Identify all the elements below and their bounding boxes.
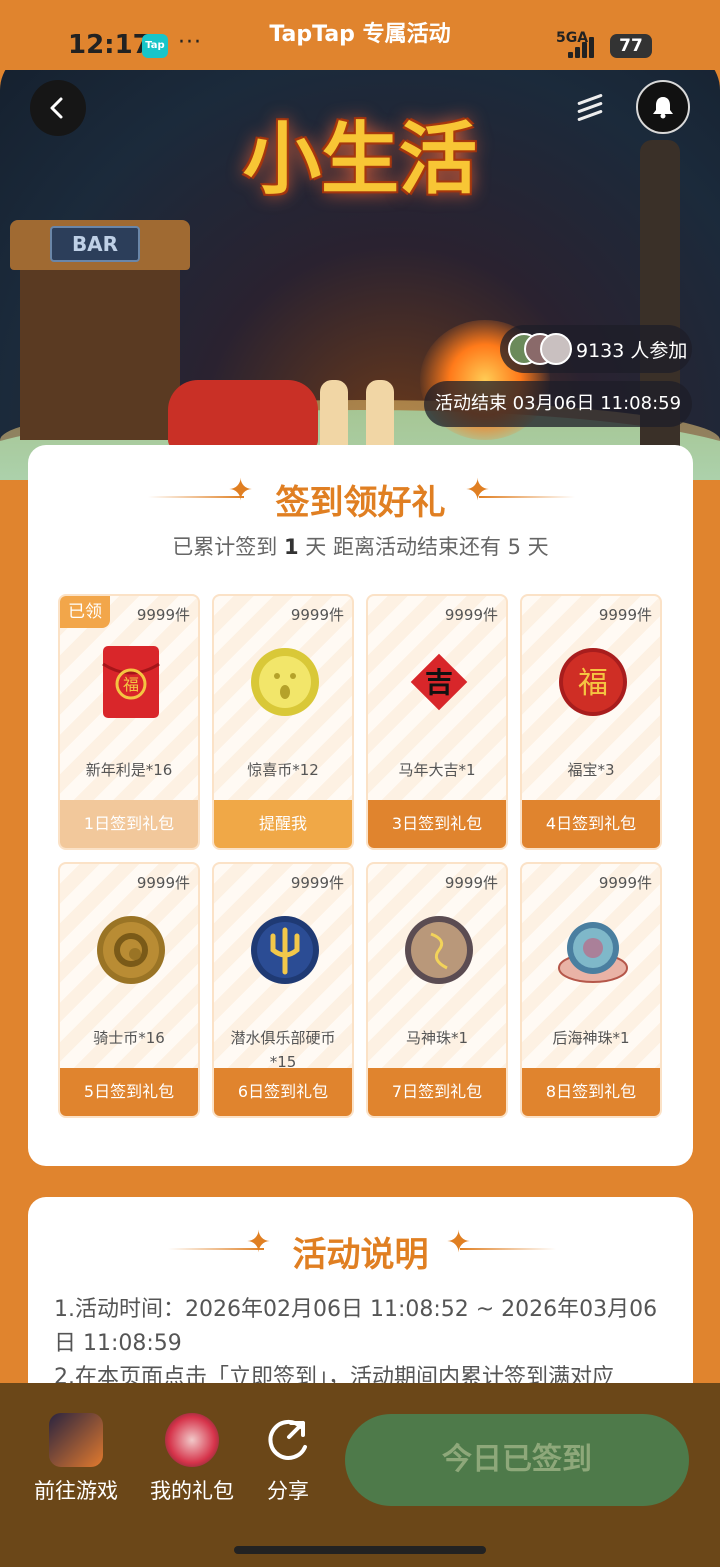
firework-icon xyxy=(577,93,611,122)
back-button[interactable] xyxy=(30,80,86,136)
reward-name: 骑士币*16 xyxy=(93,1029,165,1047)
knight-coin-icon xyxy=(97,916,165,984)
chevron-left-icon xyxy=(50,97,63,119)
reward-tile-day7[interactable]: 9999件 马神珠*1 7日签到礼包 xyxy=(366,862,508,1118)
claim-button[interactable]: 5日签到礼包 xyxy=(60,1068,198,1116)
diving-club-coin-icon xyxy=(251,916,319,984)
checked-in-today-button[interactable]: 今日已签到 xyxy=(345,1414,689,1506)
fortune-treasure-icon: 福 xyxy=(559,648,627,716)
remind-me-button[interactable]: 提醒我 xyxy=(214,800,352,848)
claim-button[interactable]: 7日签到礼包 xyxy=(368,1068,506,1116)
red-envelope-icon: 福 xyxy=(102,646,160,718)
share-label: 分享 xyxy=(267,1479,309,1503)
reward-name: 福宝*3 xyxy=(567,761,615,779)
surprise-coin-icon xyxy=(251,648,319,716)
reward-stock: 9999件 xyxy=(136,606,190,624)
go-to-game-label: 前往游戏 xyxy=(34,1479,118,1503)
reward-tile-day8[interactable]: 9999件 后海神珠*1 8日签到礼包 xyxy=(520,862,662,1118)
summary-days: 1 xyxy=(283,535,299,559)
signin-title-row: ✦ 签到领好礼 ✦ xyxy=(28,473,693,524)
sea-god-pearl-icon xyxy=(558,922,628,983)
rules-title: 活动说明 xyxy=(292,1235,429,1275)
hero-banner: BAR 小生活 9133 人参加 活动结束 03月06日 11:08:59 xyxy=(0,50,720,480)
svg-text:福: 福 xyxy=(578,666,608,701)
reward-stock: 9999件 xyxy=(598,606,652,624)
sparkle-icon: ✦ xyxy=(228,473,254,508)
reward-name: 潜水俱乐部硬币*15 xyxy=(230,1029,336,1071)
reward-tile-day2[interactable]: 9999件 惊喜币*12 提醒我 xyxy=(212,594,354,850)
event-logo: 小生活 xyxy=(242,115,477,205)
sparkle-icon: ✦ xyxy=(465,473,491,508)
claim-button[interactable]: 6日签到礼包 xyxy=(214,1068,352,1116)
reward-stock: 9999件 xyxy=(444,606,498,624)
event-end-time: 活动结束 03月06日 11:08:59 xyxy=(424,381,692,427)
game-icon xyxy=(49,1413,103,1467)
reward-stock: 9999件 xyxy=(136,874,190,892)
reward-tile-day5[interactable]: 9999件 骑士币*16 5日签到礼包 xyxy=(58,862,200,1118)
home-indicator xyxy=(234,1546,486,1554)
participant-avatars xyxy=(508,333,572,365)
claim-button[interactable]: 4日签到礼包 xyxy=(522,800,660,848)
reward-tile-day4[interactable]: 9999件 福 福宝*3 4日签到礼包 xyxy=(520,594,662,850)
reward-name: 马神珠*1 xyxy=(405,1029,469,1047)
sparkle-icon: ✦ xyxy=(446,1225,472,1260)
reward-name: 后海神珠*1 xyxy=(552,1029,630,1047)
reward-tile-day3[interactable]: 9999件 吉 马年大吉*1 3日签到礼包 xyxy=(366,594,508,850)
share-icon xyxy=(268,1419,307,1460)
summary-suffix: 天 距离活动结束还有 5 天 xyxy=(305,535,549,559)
sparkle-icon: ✦ xyxy=(246,1225,272,1260)
rules-title-row: ✦ 活动说明 ✦ xyxy=(28,1225,693,1276)
my-gifts-label: 我的礼包 xyxy=(150,1479,234,1503)
motorbike-illustration xyxy=(168,380,318,450)
reward-tile-day6[interactable]: 9999件 潜水俱乐部硬币*15 6日签到礼包 xyxy=(212,862,354,1118)
bottom-action-bar: 前往游戏 我的礼包 分享 今日已签到 xyxy=(0,1383,720,1567)
horse-god-pearl-icon xyxy=(405,916,473,984)
signal-icon xyxy=(568,34,602,58)
reward-name: 惊喜币*12 xyxy=(247,761,319,779)
signin-summary: 已累计签到 1 天 距离活动结束还有 5 天 xyxy=(28,531,693,561)
claimed-badge: 已领 xyxy=(60,596,110,628)
horse-year-charm-icon: 吉 xyxy=(410,653,468,711)
reward-name: 马年大吉*1 xyxy=(398,761,476,779)
summary-prefix: 已累计签到 xyxy=(172,535,278,559)
claim-button[interactable]: 8日签到礼包 xyxy=(522,1068,660,1116)
svg-text:吉: 吉 xyxy=(425,666,453,699)
gift-avatar-icon xyxy=(165,1413,219,1467)
reward-stock: 9999件 xyxy=(290,874,344,892)
bar-sign: BAR xyxy=(50,226,140,262)
claim-button[interactable]: 1日签到礼包 xyxy=(60,800,198,848)
svg-text:福: 福 xyxy=(123,675,139,694)
reward-stock: 9999件 xyxy=(290,606,344,624)
rules-text: 1.活动时间：2026年02月06日 11:08:52 ~ 2026年03月06… xyxy=(54,1293,663,1395)
share-button[interactable]: 分享 xyxy=(258,1413,318,1505)
claim-button[interactable]: 3日签到礼包 xyxy=(368,800,506,848)
participants-pill: 9133 人参加 xyxy=(500,325,692,373)
rule-item: 1.活动时间：2026年02月06日 11:08:52 ~ 2026年03月06… xyxy=(54,1297,658,1356)
reward-tile-day1[interactable]: 已领 9999件 福 新年利是*16 1日签到礼包 xyxy=(58,594,200,850)
bell-icon xyxy=(653,97,673,119)
reward-stock: 9999件 xyxy=(444,874,498,892)
participants-count: 9133 人参加 xyxy=(576,340,688,362)
battery-icon: 77 xyxy=(610,34,652,58)
my-gifts-button[interactable]: 我的礼包 xyxy=(142,1413,242,1505)
reward-name: 新年利是*16 xyxy=(85,761,173,779)
go-to-game-button[interactable]: 前往游戏 xyxy=(26,1413,126,1505)
reward-stock: 9999件 xyxy=(598,874,652,892)
beach-bar-illustration: BAR xyxy=(10,220,190,440)
status-bar: 12:17 Tap ··· TapTap 专属活动 5GA 77 xyxy=(0,0,720,70)
signin-card: ✦ 签到领好礼 ✦ 已累计签到 1 天 距离活动结束还有 5 天 已领 9999… xyxy=(28,445,693,1166)
notification-bell-button[interactable] xyxy=(636,80,690,134)
signin-title: 签到领好礼 xyxy=(275,483,446,523)
